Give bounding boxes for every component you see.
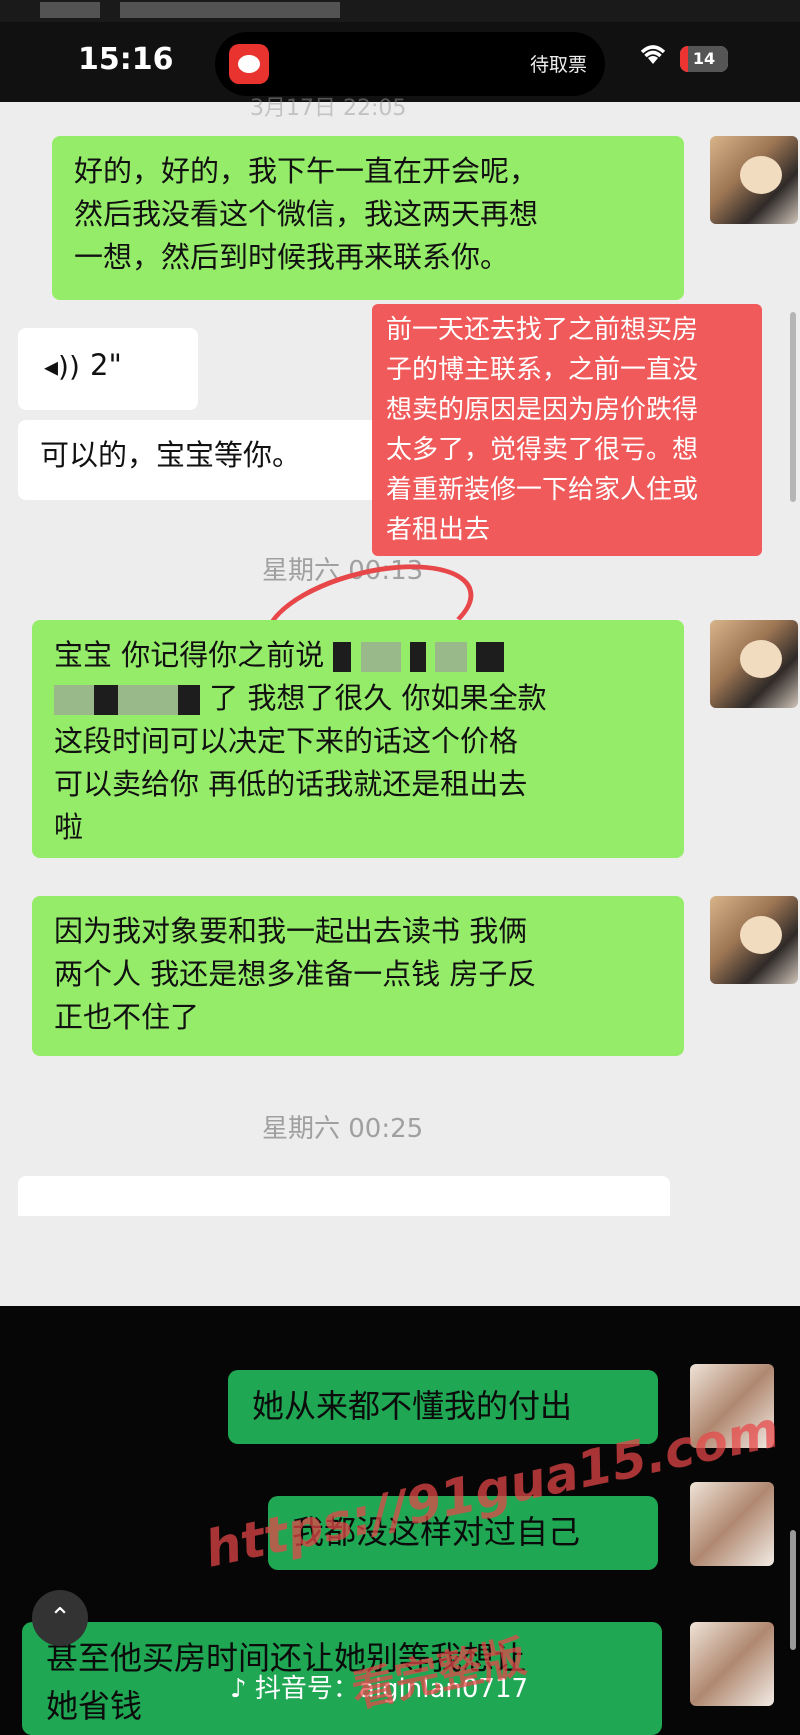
blurred-text [40, 2, 100, 18]
message-line: 然后我没看这个微信，我这两天再想 [74, 197, 539, 231]
pixelated-area [178, 685, 200, 715]
message-bubble-partial[interactable] [18, 1176, 670, 1216]
pixelated-area [94, 685, 118, 715]
annotation-line: 着重新装修一下给家人住或 [386, 475, 699, 505]
pixelated-area [409, 642, 426, 672]
wifi-icon [638, 44, 668, 66]
timestamp: 星期六 00:25 [262, 1114, 424, 1144]
scrollbar[interactable] [790, 312, 796, 502]
message-bubble-sent[interactable]: 好的，好的，我下午一直在开会呢， 然后我没看这个微信，我这两天再想 一想，然后到… [52, 136, 684, 300]
voice-duration: 2" [90, 348, 122, 382]
annotation-line: 前一天还去找了之前想买房 [386, 315, 699, 345]
message-text: 宝宝 你记得你之前说 [54, 638, 325, 672]
scrollbar[interactable] [790, 1530, 796, 1650]
message-line: 正也不住了 [54, 1000, 200, 1034]
pixelated-area [54, 685, 94, 715]
annotation-box: 前一天还去找了之前想买房 子的博主联系，之前一直没 想卖的原因是因为房价跌得 太… [372, 304, 762, 556]
message-line: 一想，然后到时候我再来联系你。 [74, 240, 510, 274]
message-bubble-sent[interactable]: 宝宝 你记得你之前说 了 我想了很久 你如果全款 这段时间可以决定下来的话这个价… [32, 620, 684, 858]
message-line: 因为我对象要和我一起出去读书 我俩 [54, 914, 528, 948]
annotation-line: 者租出去 [386, 515, 491, 545]
message-text: 她从来都不懂我的付出 [252, 1387, 573, 1425]
annotation-line: 想卖的原因是因为房价跌得 [386, 395, 699, 425]
chevron-up-icon: ⌃ [49, 1603, 71, 1633]
dynamic-island[interactable]: 待取票 [215, 32, 605, 96]
douyin-label: 抖音号 [254, 1674, 333, 1704]
message-line: 两个人 我还是想多准备一点钱 房子反 [54, 957, 537, 991]
message-bubble-received[interactable]: 可以的，宝宝等你。 [18, 420, 378, 500]
battery-level: 14 [692, 49, 716, 68]
annotation-line: 子的博主联系，之前一直没 [386, 355, 699, 385]
message-line: 了 我想了很久 你如果全款 [54, 677, 662, 720]
chat-area[interactable]: 3月17日 22:05 好的，好的，我下午一直在开会呢， 然后我没看这个微信，我… [0, 96, 800, 1327]
voice-wave-icon: ◂)) [44, 350, 80, 383]
pixelated-area [333, 642, 352, 672]
voice-message-bubble[interactable]: ◂)) 2" [18, 328, 198, 410]
message-line: 好的，好的，我下午一直在开会呢， [74, 154, 539, 188]
message-line: 啦 [54, 810, 84, 844]
overlay-message-bubble: 她从来都不懂我的付出 [228, 1370, 658, 1444]
message-line: 可以卖给你 再低的话我就还是租出去 [54, 767, 528, 801]
battery-icon: 14 [680, 46, 728, 72]
message-text: 可以的，宝宝等你。 [40, 438, 302, 472]
clock: 15:16 [78, 42, 174, 77]
avatar-self[interactable] [710, 896, 798, 984]
avatar-self[interactable] [710, 620, 798, 708]
annotation-line: 太多了，觉得卖了很亏。想 [386, 435, 699, 465]
avatar-overlay [690, 1482, 774, 1566]
tiktok-icon: ♪ [230, 1674, 247, 1704]
avatar-overlay [690, 1622, 774, 1706]
message-bubble-sent[interactable]: 因为我对象要和我一起出去读书 我俩 两个人 我还是想多准备一点钱 房子反 正也不… [32, 896, 684, 1056]
avatar-self[interactable] [710, 136, 798, 224]
app-icon [229, 44, 269, 84]
blurred-text [120, 2, 340, 18]
pixelated-area [118, 685, 178, 715]
island-status-text: 待取票 [529, 54, 587, 76]
message-line: 这段时间可以决定下来的话这个价格 [54, 724, 519, 758]
faded-timestamp: 3月17日 22:05 [250, 96, 407, 121]
pixelated-area [435, 642, 468, 672]
message-line: 宝宝 你记得你之前说 [54, 634, 662, 677]
pixelated-area [360, 642, 401, 672]
collapse-button[interactable]: ⌃ [32, 1590, 88, 1646]
pixelated-area [476, 642, 505, 672]
top-strip [0, 0, 800, 22]
message-text: 了 我想了很久 你如果全款 [209, 681, 547, 715]
